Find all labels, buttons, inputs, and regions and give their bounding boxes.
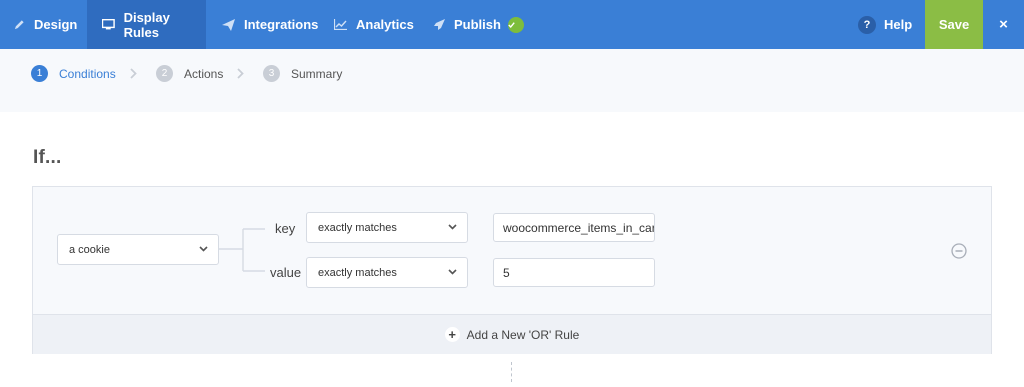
key-value-input[interactable]: woocommerce_items_in_car (493, 213, 655, 242)
step-number: 1 (31, 65, 48, 82)
pencil-icon (14, 20, 24, 30)
step-conditions[interactable]: 1 Conditions (31, 65, 116, 82)
chevron-down-icon (448, 269, 457, 275)
help-label: Help (884, 17, 913, 32)
top-nav: Design Display Rules Integrations Analyt… (0, 0, 1024, 49)
nav-display-rules-label: Display Rules (123, 9, 170, 40)
nav-publish-label: Publish (454, 17, 501, 32)
value-operator-value: exactly matches (318, 266, 397, 279)
nav-display-rules[interactable]: Display Rules (87, 0, 206, 49)
steps-bar: 1 Conditions 2 Actions 3 Summary (0, 49, 1024, 112)
close-icon[interactable]: × (983, 0, 1024, 49)
paper-plane-icon (222, 18, 235, 31)
help-icon: ? (858, 15, 876, 34)
step-number: 2 (156, 65, 173, 82)
chevron-down-icon (448, 224, 457, 230)
chevron-right-icon (130, 68, 137, 79)
if-heading: If... (33, 147, 62, 168)
add-or-rule-button[interactable]: + Add a New 'OR' Rule (33, 314, 991, 354)
rocket-icon (434, 18, 445, 30)
help-link[interactable]: ? Help (858, 0, 912, 49)
step-label: Conditions (59, 66, 116, 81)
add-or-rule-label: Add a New 'OR' Rule (466, 327, 580, 342)
nav-integrations-label: Integrations (244, 17, 319, 32)
value-label: value (270, 265, 302, 280)
rule-group: a cookie key exactly matches woocommerce… (32, 186, 992, 354)
monitor-icon (102, 19, 115, 30)
branch-connector (219, 228, 265, 272)
step-summary[interactable]: 3 Summary (263, 65, 342, 82)
step-number: 3 (263, 65, 280, 82)
nav-analytics-label: Analytics (356, 17, 414, 32)
step-label: Summary (291, 66, 343, 81)
condition-type-select[interactable]: a cookie (57, 234, 219, 265)
save-button[interactable]: Save (925, 0, 983, 49)
nav-publish[interactable]: Publish (433, 0, 524, 49)
key-operator-select[interactable]: exactly matches (306, 212, 468, 243)
value-input[interactable]: 5 (493, 258, 655, 287)
nav-integrations[interactable]: Integrations (222, 0, 318, 49)
chevron-down-icon (199, 246, 208, 252)
nav-design[interactable]: Design (14, 0, 77, 49)
chart-line-icon (334, 19, 347, 30)
flow-connector-line (511, 362, 512, 382)
nav-analytics[interactable]: Analytics (334, 0, 414, 49)
remove-rule-icon[interactable] (951, 243, 967, 259)
key-operator-value: exactly matches (318, 221, 397, 234)
chevron-right-icon (237, 68, 244, 79)
value-operator-select[interactable]: exactly matches (306, 257, 468, 288)
step-actions[interactable]: 2 Actions (156, 65, 223, 82)
plus-icon: + (444, 327, 460, 342)
key-label: key (275, 221, 296, 236)
step-label: Actions (184, 66, 224, 81)
condition-type-value: a cookie (69, 243, 110, 256)
published-check-icon (507, 16, 524, 33)
nav-design-label: Design (34, 17, 78, 32)
